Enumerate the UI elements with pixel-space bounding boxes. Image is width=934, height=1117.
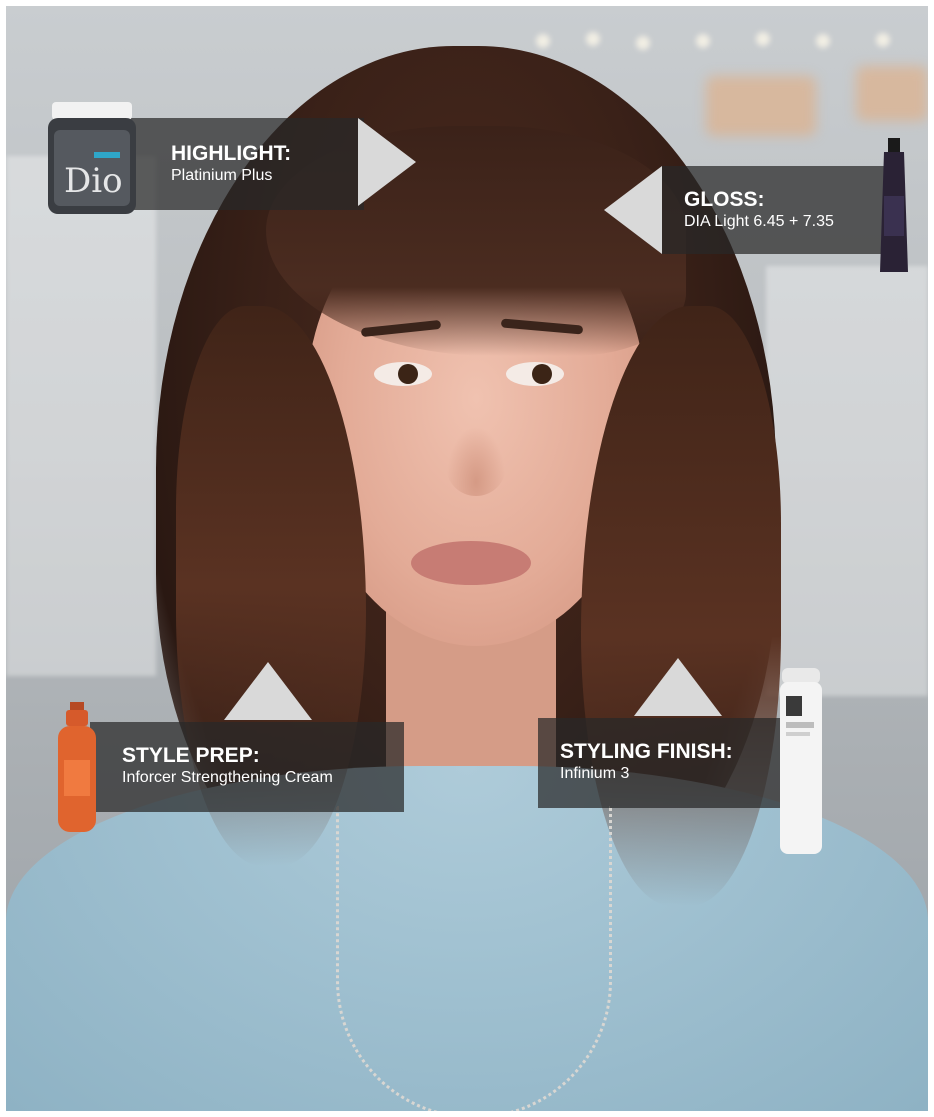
highlight-title: HIGHLIGHT:: [171, 142, 292, 165]
background-light: [586, 32, 600, 46]
background-light: [876, 33, 890, 47]
style-prep-callout: STYLE PREP: Inforcer Strengthening Cream: [90, 722, 404, 812]
color-tube-icon: [880, 138, 908, 272]
style-prep-arrow: [224, 662, 312, 720]
background-shelf: [6, 156, 156, 676]
styling-finish-callout: STYLING FINISH: Infinium 3: [538, 718, 788, 808]
nose: [446, 426, 506, 496]
styling-finish-arrow: [634, 658, 722, 716]
background-light: [756, 32, 770, 46]
cream-bottle-icon: [58, 702, 96, 832]
background-shelf: [766, 266, 928, 696]
gloss-callout: GLOSS: DIA Light 6.45 + 7.35: [662, 166, 886, 254]
svg-text:Dio: Dio: [64, 161, 123, 201]
background-light: [856, 66, 928, 121]
gloss-title: GLOSS:: [684, 188, 765, 211]
gloss-product: DIA Light 6.45 + 7.35: [684, 213, 834, 230]
style-prep-product: Inforcer Strengthening Cream: [122, 769, 333, 786]
right-eye: [506, 362, 564, 386]
styling-finish-title: STYLING FINISH:: [560, 740, 733, 763]
highlight-callout: HIGHLIGHT: Platinium Plus: [106, 118, 364, 210]
background-light: [636, 36, 650, 50]
hairspray-can-icon: [780, 668, 822, 854]
highlight-product: Platinium Plus: [171, 167, 273, 184]
background-light: [816, 34, 830, 48]
photo-scene: HIGHLIGHT: Platinium Plus Dio GLOSS: DIA…: [6, 6, 928, 1111]
lightener-jar-icon: Dio: [48, 102, 136, 214]
background-light: [706, 76, 816, 136]
styling-finish-product: Infinium 3: [560, 765, 630, 782]
lips: [411, 541, 531, 585]
gloss-arrow: [604, 166, 662, 254]
background-light: [536, 34, 550, 48]
background-light: [696, 34, 710, 48]
highlight-arrow: [358, 118, 416, 206]
necklace: [336, 806, 612, 1111]
style-prep-title: STYLE PREP:: [122, 744, 260, 767]
left-eye: [374, 362, 432, 386]
